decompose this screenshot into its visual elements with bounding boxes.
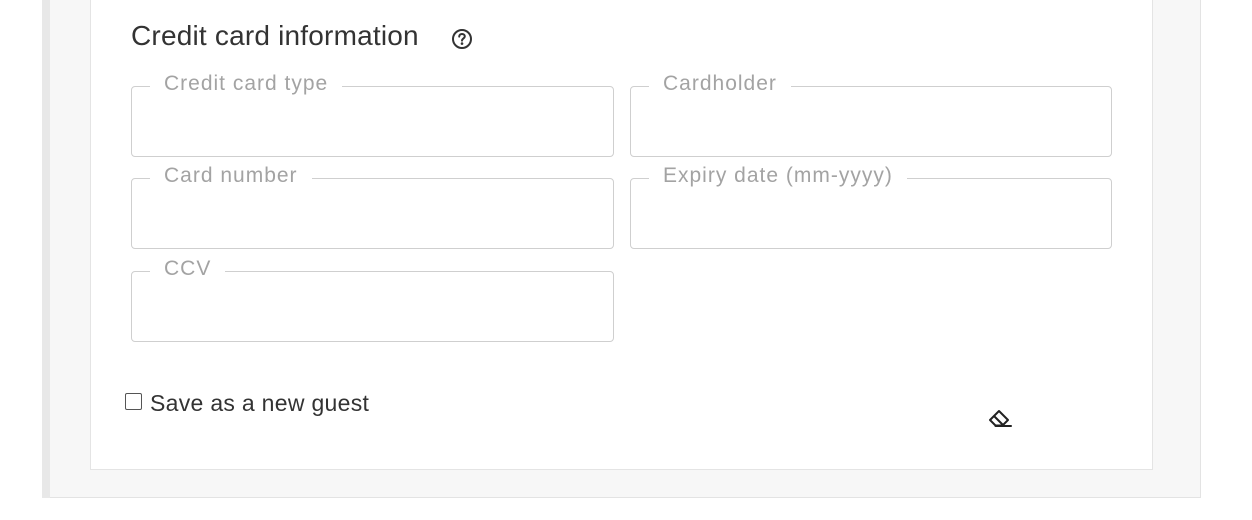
card-number-label: Card number <box>164 164 298 187</box>
cardholder-label: Cardholder <box>663 72 777 95</box>
expiry-date-field[interactable]: Expiry date (mm-yyyy) <box>630 164 1112 249</box>
expiry-date-label: Expiry date (mm-yyyy) <box>663 164 893 187</box>
section-title: Credit card information <box>131 20 419 51</box>
credit-card-type-field[interactable]: Credit card type <box>131 72 614 157</box>
ccv-field[interactable]: CCV <box>131 257 614 342</box>
cardholder-field[interactable]: Cardholder <box>630 72 1112 157</box>
save-as-guest-checkbox[interactable] <box>125 393 142 410</box>
card-number-field[interactable]: Card number <box>131 164 614 249</box>
ccv-label: CCV <box>164 257 212 280</box>
ccv-input[interactable] <box>152 289 597 321</box>
panel-left-accent <box>42 0 50 498</box>
expiry-date-input[interactable] <box>651 196 1095 228</box>
help-circle-icon[interactable] <box>451 28 473 50</box>
credit-card-type-label: Credit card type <box>164 72 329 95</box>
save-as-guest-option[interactable]: Save as a new guest <box>125 390 369 417</box>
credit-card-type-input[interactable] <box>152 104 597 136</box>
cardholder-input[interactable] <box>651 104 1095 136</box>
save-as-guest-label: Save as a new guest <box>150 390 370 416</box>
eraser-icon[interactable] <box>987 405 1013 429</box>
card-number-input[interactable] <box>152 196 597 228</box>
